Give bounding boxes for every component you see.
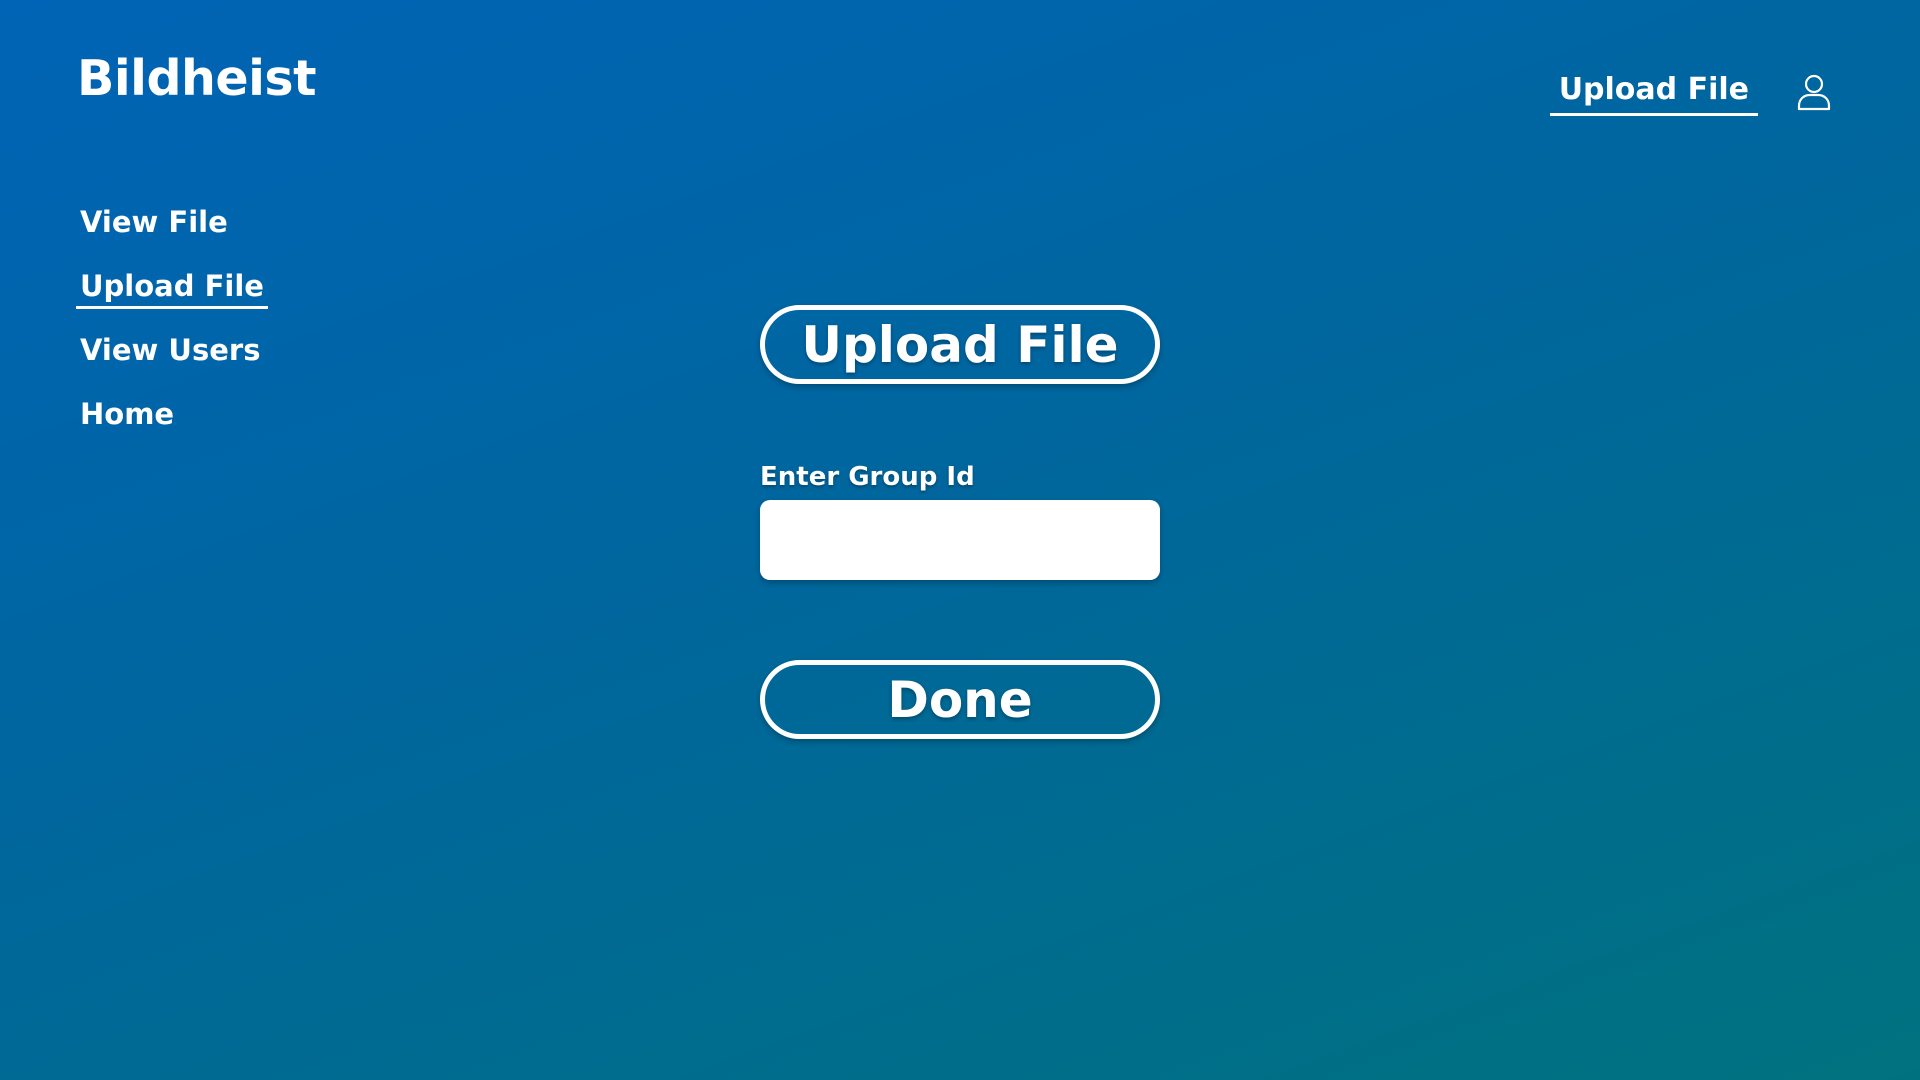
top-nav: Upload File — [1549, 68, 1834, 116]
sidebar: View File Upload File View Users Home — [75, 200, 268, 456]
sidebar-item-upload-file[interactable]: Upload File — [75, 264, 268, 328]
sidebar-item-view-file[interactable]: View File — [75, 200, 268, 264]
done-button[interactable]: Done — [760, 660, 1160, 739]
user-icon[interactable] — [1794, 72, 1834, 112]
app-logo: Bildheist — [77, 50, 317, 107]
sidebar-item-label: View Users — [80, 333, 261, 367]
group-id-input[interactable] — [760, 500, 1160, 580]
sidebar-item-view-users[interactable]: View Users — [75, 328, 268, 392]
upload-file-button[interactable]: Upload File — [760, 305, 1160, 384]
sidebar-item-label: View File — [80, 205, 228, 239]
sidebar-item-label: Upload File — [76, 266, 268, 309]
sidebar-item-label: Home — [80, 397, 175, 431]
group-id-label: Enter Group Id — [760, 462, 975, 492]
top-nav-upload-file-link[interactable]: Upload File — [1549, 68, 1758, 116]
upload-form: Upload File Enter Group Id Done — [760, 305, 1160, 739]
sidebar-item-home[interactable]: Home — [75, 392, 268, 456]
